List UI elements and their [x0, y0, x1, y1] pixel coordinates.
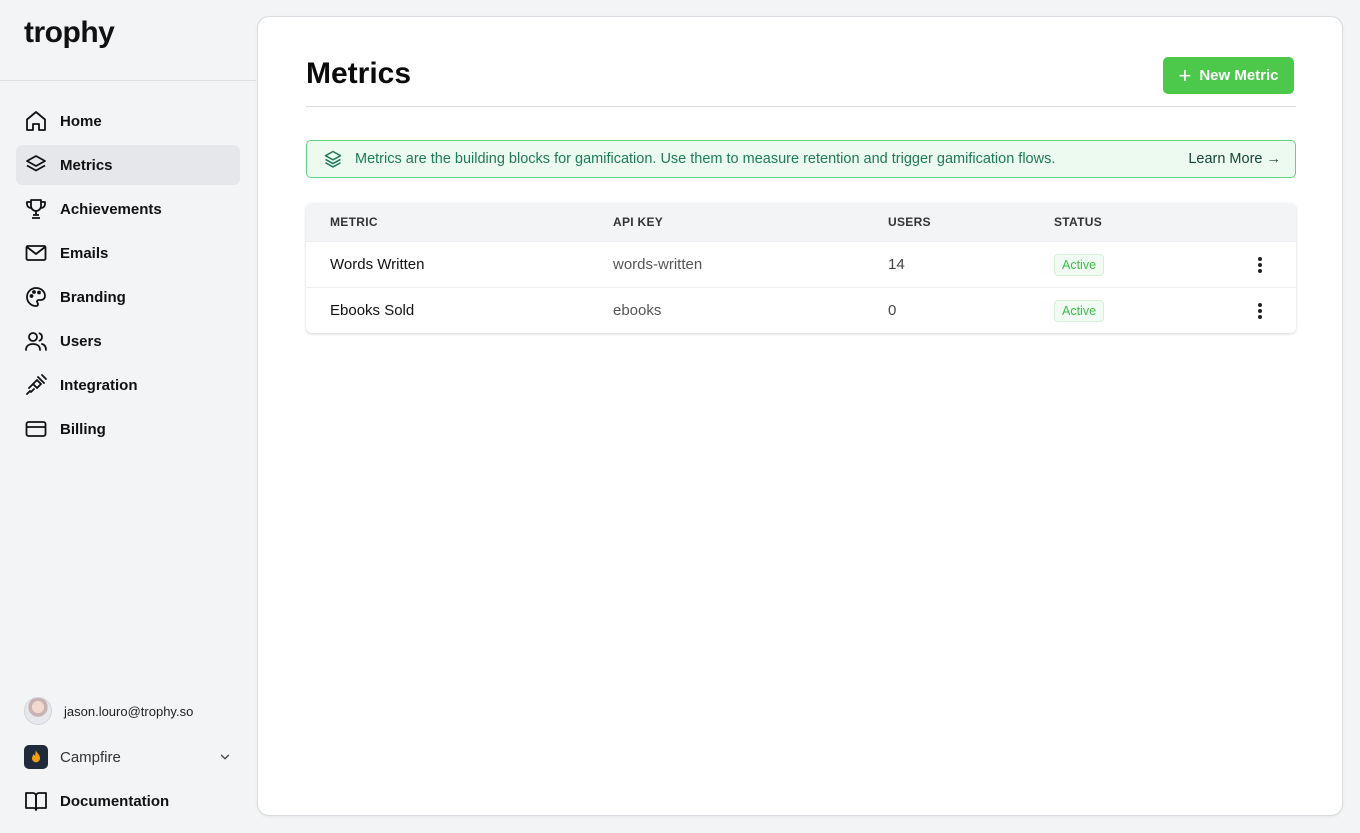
user-count: 0 [888, 302, 897, 319]
metrics-table: METRIC API KEY USERS STATUS Words Writte… [306, 203, 1296, 333]
title-divider [306, 106, 1296, 107]
sidebar-item-label: Emails [60, 244, 109, 262]
layers-icon [324, 150, 342, 168]
learn-more-link[interactable]: Learn More → [1188, 151, 1281, 167]
sidebar-item-achievements[interactable]: Achievements [16, 189, 240, 229]
api-key: ebooks [613, 302, 662, 319]
sidebar-item-users[interactable]: Users [16, 321, 240, 361]
more-options-icon[interactable] [1250, 255, 1270, 275]
book-icon [25, 792, 47, 811]
users-icon [25, 332, 47, 351]
credit-card-icon [25, 421, 47, 437]
main-panel: Metrics + New Metric Metrics are the bui… [257, 16, 1343, 816]
sidebar-item-label: Billing [60, 420, 106, 438]
sidebar-item-emails[interactable]: Emails [16, 233, 240, 273]
palette-icon [26, 287, 46, 307]
status-badge: Active [1054, 299, 1105, 322]
sidebar-item-label: Achievements [60, 200, 162, 218]
table-header: METRIC API KEY USERS STATUS [306, 203, 1296, 241]
sidebar-item-label: Users [60, 332, 102, 350]
plus-icon: + [1178, 62, 1192, 88]
banner-text: Metrics are the building blocks for gami… [355, 151, 1056, 167]
api-key: words-written [613, 256, 703, 273]
trophy-icon [26, 199, 46, 219]
column-header-metric: METRIC [330, 215, 378, 229]
info-banner: Metrics are the building blocks for gami… [306, 140, 1296, 178]
sidebar-item-integration[interactable]: Integration [16, 365, 240, 405]
new-metric-label: New Metric [1199, 67, 1279, 84]
status-badge: Active [1054, 253, 1105, 276]
layers-icon [26, 155, 46, 172]
metric-name: Ebooks Sold [330, 302, 415, 319]
sidebar-item-label: Integration [60, 376, 138, 394]
sidebar-item-billing[interactable]: Billing [16, 409, 240, 449]
sidebar-nav: Home Metrics Achievements Emails Brandin… [16, 101, 240, 453]
org-switcher[interactable]: Campfire [24, 745, 232, 769]
documentation-label: Documentation [60, 792, 170, 810]
user-email: jason.louro@trophy.so [64, 703, 194, 719]
sidebar-item-label: Home [60, 112, 102, 130]
sidebar-item-home[interactable]: Home [16, 101, 240, 141]
app-logo[interactable]: trophy [24, 16, 115, 50]
new-metric-button[interactable]: + New Metric [1163, 57, 1294, 94]
table-row[interactable]: Words Written words-written 14 Active [306, 241, 1296, 287]
user-account[interactable]: jason.louro@trophy.so [24, 697, 193, 725]
page-title: Metrics [306, 57, 412, 90]
chevron-down-icon[interactable] [218, 750, 232, 764]
avatar [24, 697, 52, 725]
mail-icon [25, 245, 47, 261]
table-row[interactable]: Ebooks Sold ebooks 0 Active [306, 287, 1296, 333]
sidebar-item-label: Metrics [60, 156, 113, 174]
sidebar-item-metrics[interactable]: Metrics [16, 145, 240, 185]
user-count: 14 [888, 256, 905, 273]
campfire-logo-icon [24, 745, 48, 769]
sidebar-item-branding[interactable]: Branding [16, 277, 240, 317]
documentation-link[interactable]: Documentation [24, 789, 169, 813]
org-name: Campfire [60, 748, 121, 766]
sidebar-divider [0, 80, 256, 81]
plug-icon [26, 374, 47, 395]
metric-name: Words Written [330, 256, 425, 273]
column-header-users: USERS [888, 215, 931, 229]
more-options-icon[interactable] [1250, 301, 1270, 321]
sidebar: trophy Home Metrics Achievements Emails … [0, 0, 256, 833]
home-icon [26, 111, 46, 131]
sidebar-item-label: Branding [60, 288, 126, 306]
column-header-status: STATUS [1054, 215, 1103, 229]
column-header-api-key: API KEY [613, 215, 664, 229]
